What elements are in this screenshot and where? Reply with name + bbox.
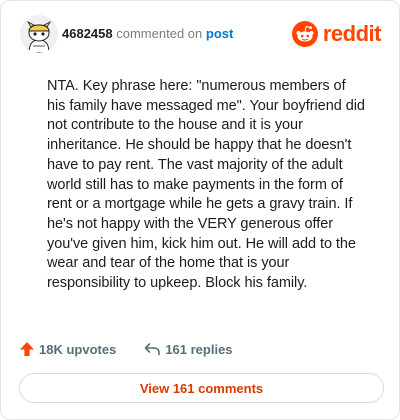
snoo-avatar-icon [20, 15, 58, 53]
comment-body: NTA. Key phrase here: "numerous members … [47, 78, 365, 292]
comment-header: 4682458 commented on post reddit [20, 15, 382, 53]
reddit-brand[interactable]: reddit [291, 20, 382, 48]
replies-count: 161 replies [165, 341, 233, 357]
upvote-arrow-icon [20, 342, 34, 356]
post-link[interactable]: post [206, 26, 233, 41]
user-avatar[interactable] [20, 15, 58, 53]
comment-card: 4682458 commented on post reddit NTA. Ke… [0, 0, 400, 420]
commented-on-text: commented on [116, 26, 203, 41]
upvote-button[interactable]: 18K upvotes [19, 341, 116, 357]
reddit-logo-icon [291, 21, 318, 47]
username-link[interactable]: 4682458 [62, 26, 113, 41]
reply-arrow-icon [145, 343, 161, 356]
upvote-count: 18K upvotes [39, 341, 117, 357]
view-comments-button[interactable]: View 161 comments [19, 373, 384, 403]
comment-meta: 4682458 commented on post [62, 26, 233, 41]
replies-button[interactable]: 161 replies [143, 341, 233, 357]
reddit-wordmark: reddit [322, 21, 382, 46]
comment-actions: 18K upvotes 161 replies [19, 339, 233, 359]
